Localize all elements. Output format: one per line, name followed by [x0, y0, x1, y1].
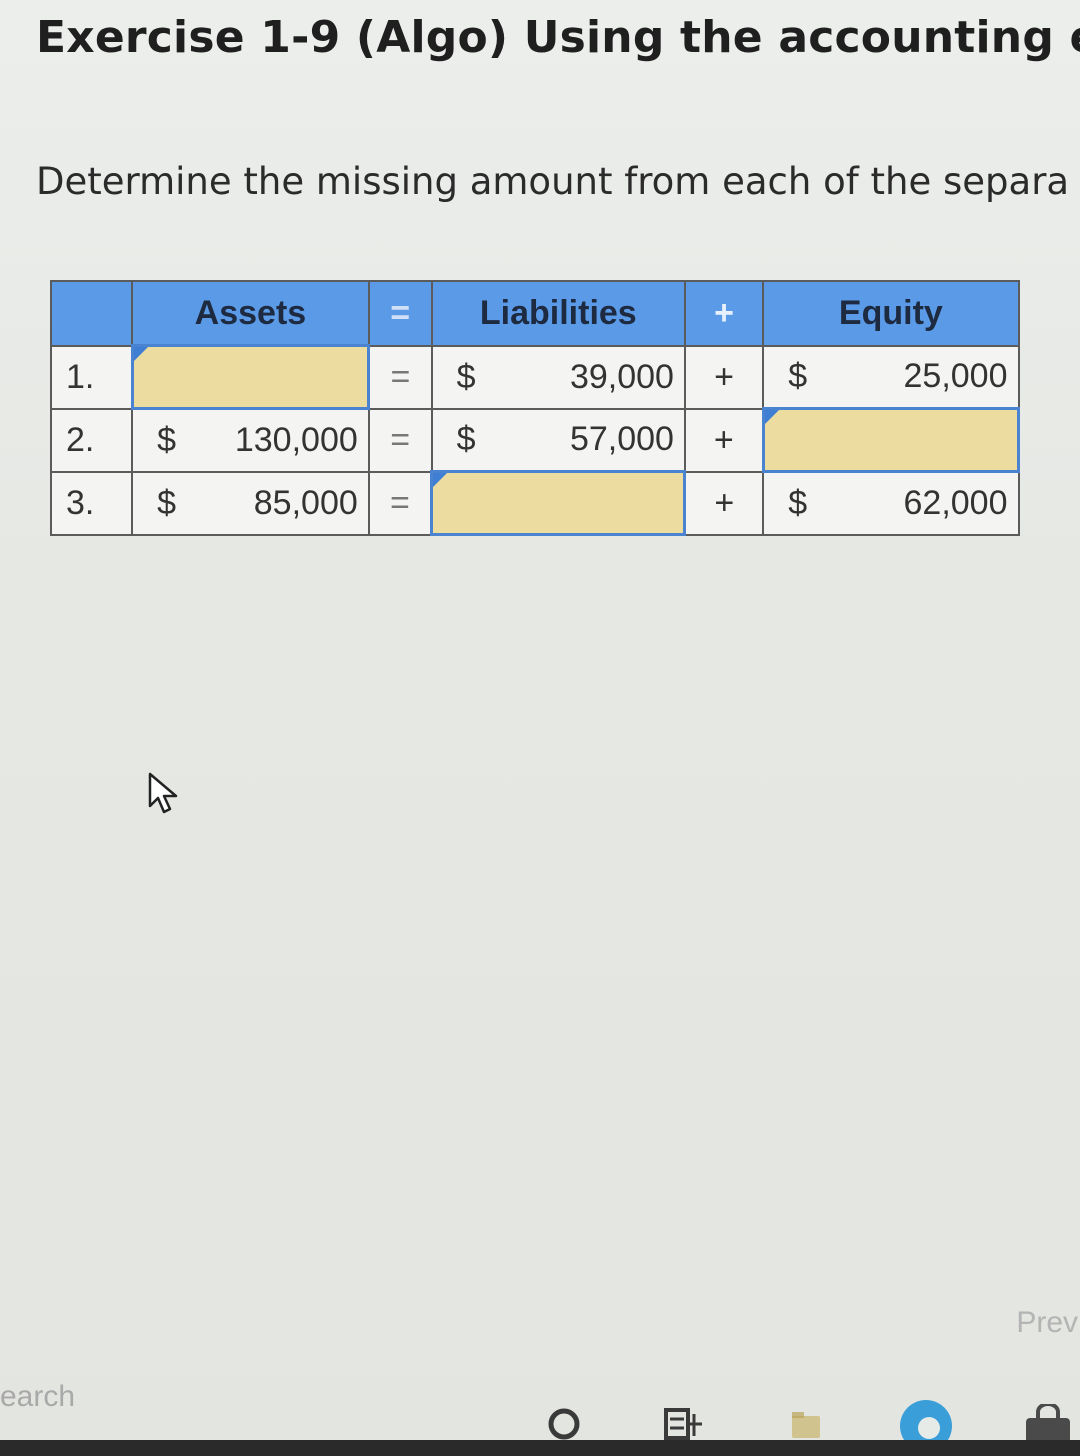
- liabilities-value: 57,000: [569, 420, 674, 459]
- file-explorer-icon[interactable]: [786, 1404, 826, 1444]
- header-blank: [49, 280, 134, 347]
- currency-symbol: $: [157, 420, 176, 459]
- equity-cell: $ 62,000: [762, 470, 1020, 536]
- liabilities-input-row-3[interactable]: [430, 470, 687, 536]
- taskbar: [0, 1440, 1080, 1456]
- plus-sign: +: [683, 344, 765, 410]
- input-flag-icon: [133, 347, 148, 361]
- equals-sign: =: [367, 344, 433, 410]
- prev-button[interactable]: Prev: [1016, 1306, 1080, 1340]
- header-plus: +: [683, 280, 765, 347]
- header-liabilities: Liabilities: [430, 280, 686, 347]
- equals-sign: =: [367, 470, 433, 536]
- equity-cell: $ 25,000: [762, 344, 1020, 410]
- equity-input-row-2[interactable]: [761, 407, 1021, 473]
- liabilities-cell: $ 39,000: [430, 344, 686, 410]
- accounting-equation-table: Assets = Liabilities + Equity 1. = $ 39,…: [49, 280, 1021, 536]
- plus-sign: +: [683, 407, 765, 473]
- table-row: 2. $ 130,000 = $ 57,000 +: [49, 407, 1021, 473]
- currency-symbol: $: [788, 483, 808, 522]
- assets-cell: $ 85,000: [131, 470, 370, 536]
- input-flag-icon: [764, 410, 779, 424]
- assets-cell: $ 130,000: [131, 407, 370, 473]
- instruction-text: Determine the missing amount from each o…: [36, 160, 1070, 203]
- input-flag-icon: [433, 473, 448, 487]
- taskbar-search[interactable]: earch: [0, 1380, 75, 1414]
- assets-input-row-1[interactable]: [130, 344, 371, 410]
- equity-value: 62,000: [903, 483, 1008, 522]
- table-row: 3. $ 85,000 = + $ 62,000: [49, 470, 1020, 536]
- page: Exercise 1-9 (Algo) Using the accounting…: [0, 0, 1080, 1456]
- row-number: 3.: [49, 470, 134, 536]
- mouse-pointer-icon: [148, 772, 178, 814]
- table-row: 1. = $ 39,000 + $ 25,000: [49, 344, 1020, 410]
- assets-value: 130,000: [234, 420, 358, 459]
- liabilities-cell: $ 57,000: [430, 407, 686, 473]
- title-clip: Exercise 1-9 (Algo) Using the accounting…: [0, 0, 1080, 90]
- header-equals: =: [367, 280, 433, 347]
- currency-symbol: $: [788, 357, 808, 396]
- currency-symbol: $: [157, 483, 176, 522]
- header-assets: Assets: [131, 280, 370, 347]
- table-header-row: Assets = Liabilities + Equity: [49, 280, 1020, 347]
- currency-symbol: $: [456, 420, 476, 459]
- plus-sign: +: [683, 470, 765, 536]
- liabilities-value: 39,000: [569, 357, 674, 396]
- exercise-title: Exercise 1-9 (Algo) Using the accounting…: [36, 12, 1080, 63]
- equity-value: 25,000: [903, 357, 1008, 396]
- currency-symbol: $: [456, 357, 476, 396]
- assets-value: 85,000: [253, 483, 358, 522]
- equals-sign: =: [367, 407, 433, 473]
- header-equity: Equity: [762, 280, 1020, 347]
- task-view-icon[interactable]: [662, 1404, 706, 1444]
- task-view-circle-icon[interactable]: [544, 1404, 584, 1444]
- row-number: 2.: [49, 407, 134, 473]
- row-number: 1.: [49, 344, 134, 410]
- instruction-clip: Determine the missing amount from each o…: [0, 150, 1080, 220]
